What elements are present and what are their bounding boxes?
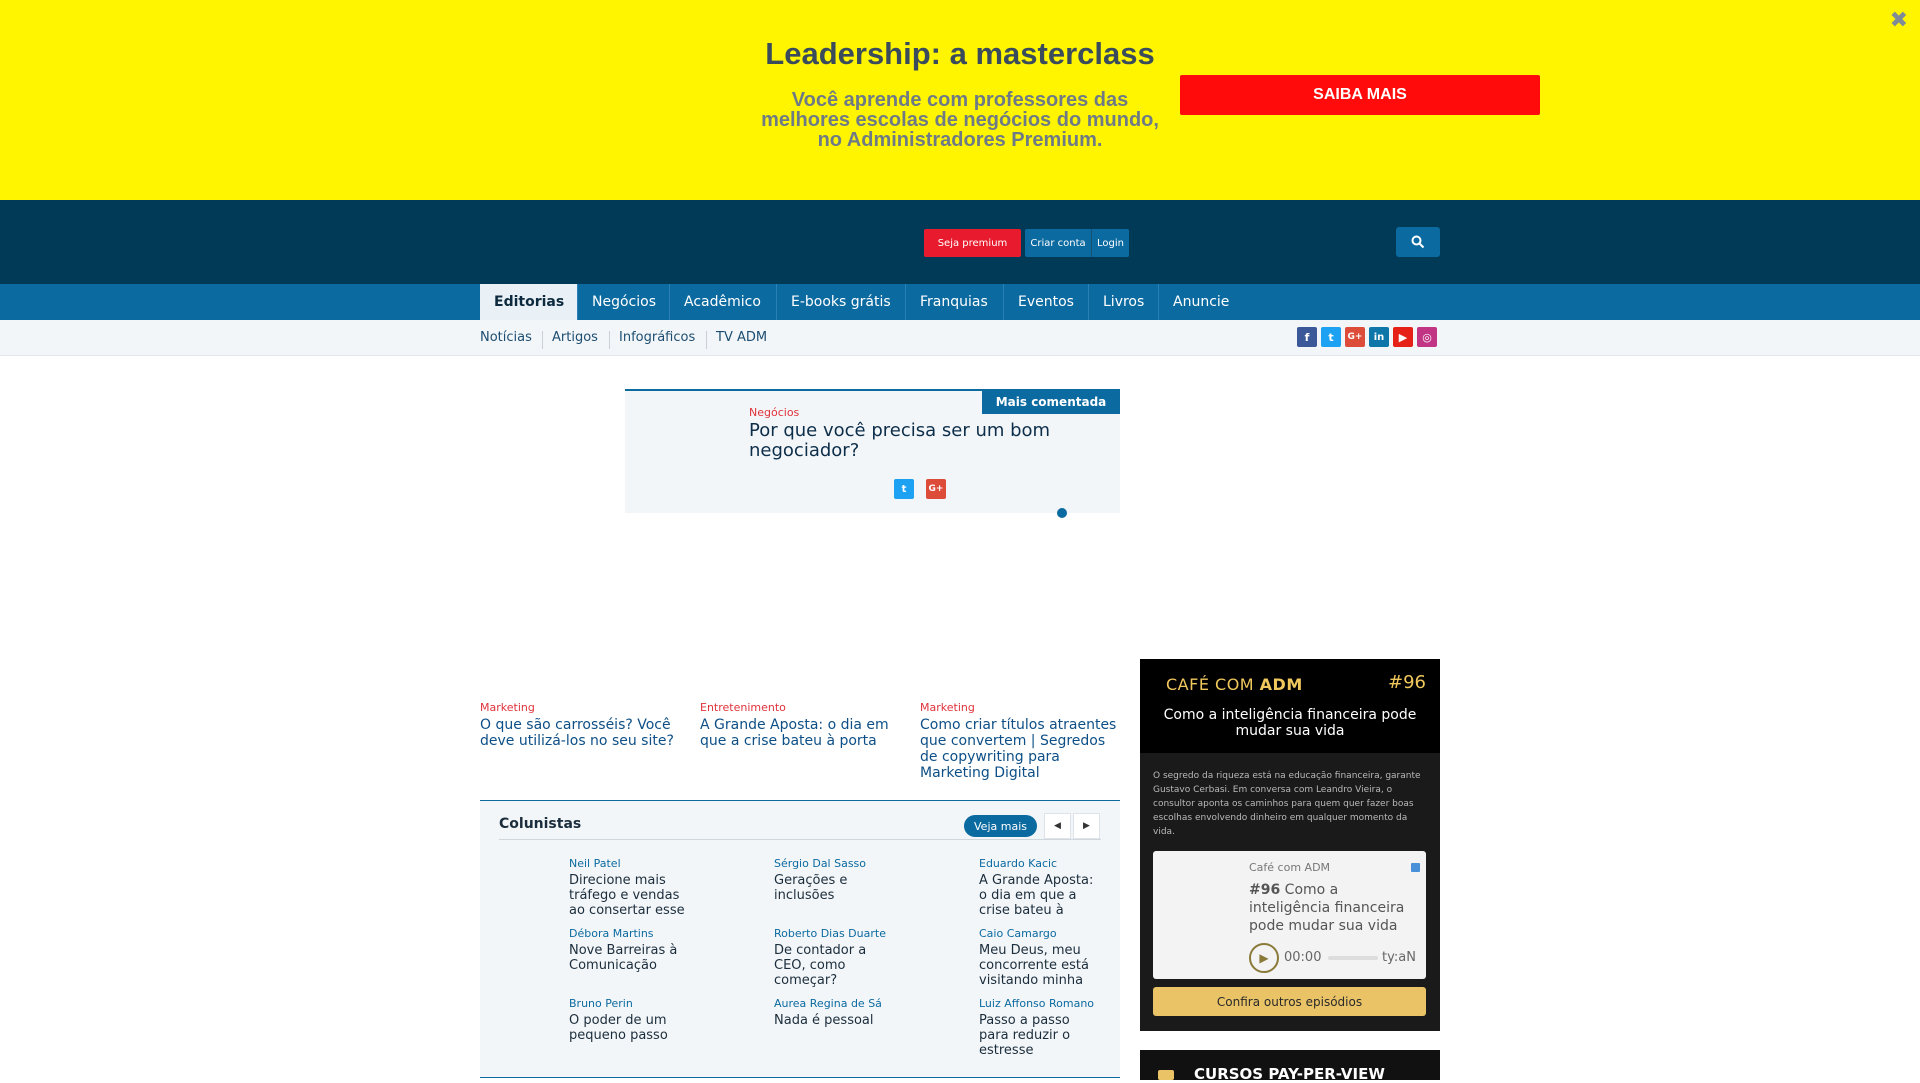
player-logo-icon xyxy=(1411,863,1420,872)
search-button[interactable] xyxy=(1396,227,1440,257)
columnist-item[interactable]: Caio Camargo Meu Deus, meu concorrente e… xyxy=(979,927,1099,988)
subnav-infograficos[interactable]: Infográficos xyxy=(619,330,695,345)
columnist-headline[interactable]: Gerações e inclusões xyxy=(774,873,894,918)
subnav-divider xyxy=(542,331,543,349)
google-plus-icon[interactable]: G+ xyxy=(1345,327,1365,347)
veja-mais-button[interactable]: Veja mais xyxy=(964,815,1037,837)
podcast-brand: CAFÉ COM ADM xyxy=(1166,675,1303,694)
player-show-name: Café com ADM xyxy=(1249,861,1331,874)
prev-arrow-icon[interactable]: ◀ xyxy=(1044,813,1071,839)
nav-anuncie[interactable]: Anuncie xyxy=(1159,284,1243,320)
subnav-tv-adm[interactable]: TV ADM xyxy=(716,330,767,345)
columnist-headline[interactable]: Direcione mais tráfego e vendas ao conse… xyxy=(569,873,689,918)
card-title[interactable]: Como criar títulos atraentes que convert… xyxy=(920,717,1120,781)
nav-franquias[interactable]: Franquias xyxy=(906,284,1004,320)
columnist-headline[interactable]: Nada é pessoal xyxy=(774,1013,894,1058)
confira-episodios-button[interactable]: Confira outros episódios xyxy=(1153,987,1426,1016)
columnist-headline[interactable]: A Grande Aposta: o dia em que a crise ba… xyxy=(979,873,1099,918)
saiba-mais-button[interactable]: SAIBA MAIS xyxy=(1180,75,1540,115)
player-progress-bar[interactable] xyxy=(1328,956,1378,960)
columnist-item[interactable]: Luiz Affonso Romano Passo a passo para r… xyxy=(979,997,1099,1058)
podcast-brand-light: CAFÉ COM xyxy=(1166,675,1260,694)
columnist-author[interactable]: Aurea Regina de Sá xyxy=(774,997,894,1010)
nav-negocios[interactable]: Negócios xyxy=(578,284,670,320)
columnist-item[interactable]: Bruno Perin O poder de um pequeno passo xyxy=(569,997,689,1058)
instagram-icon[interactable]: ◎ xyxy=(1417,327,1437,347)
article-card[interactable]: Entretenimento A Grande Aposta: o dia em… xyxy=(700,701,900,749)
columnist-item[interactable]: Aurea Regina de Sá Nada é pessoal xyxy=(774,997,894,1058)
youtube-icon[interactable]: ▶ xyxy=(1393,327,1413,347)
player-episode-number: #96 xyxy=(1249,882,1281,898)
login-button[interactable]: Login xyxy=(1091,229,1129,257)
linkedin-icon[interactable]: in xyxy=(1369,327,1389,347)
card-title[interactable]: O que são carrosséis? Você deve utilizá-… xyxy=(480,717,680,749)
card-category[interactable]: Marketing xyxy=(920,701,1120,714)
cursos-title[interactable]: CURSOS PAY-PER-VIEW xyxy=(1194,1065,1385,1083)
video-camera-icon xyxy=(1158,1070,1174,1080)
columnist-author[interactable]: Caio Camargo xyxy=(979,927,1099,940)
columnist-author[interactable]: Roberto Dias Duarte xyxy=(774,927,894,940)
card-title[interactable]: A Grande Aposta: o dia em que a crise ba… xyxy=(700,717,900,749)
criar-conta-button[interactable]: Criar conta xyxy=(1025,229,1091,257)
banner-subtitle: Você aprende com professores das melhore… xyxy=(761,89,1159,151)
columnist-headline[interactable]: De contador a CEO, como começar? xyxy=(774,943,894,988)
featured-title[interactable]: Por que você precisa ser um bom negociad… xyxy=(749,421,1089,461)
podcast-title[interactable]: Como a inteligência financeira pode muda… xyxy=(1150,707,1430,739)
columnist-headline[interactable]: Meu Deus, meu concorrente está visitando… xyxy=(979,943,1099,988)
twitter-icon[interactable]: t xyxy=(1321,327,1341,347)
columnist-headline[interactable]: Passo a passo para reduzir o estresse xyxy=(979,1013,1099,1058)
google-plus-icon[interactable]: G+ xyxy=(926,479,946,499)
play-icon[interactable]: ▶ xyxy=(1249,943,1279,973)
subnav-noticias[interactable]: Notícias xyxy=(480,330,532,345)
subnav-divider xyxy=(706,331,707,349)
article-card[interactable]: Marketing Como criar títulos atraentes q… xyxy=(920,701,1120,781)
player-current-time: 00:00 xyxy=(1284,950,1322,965)
nav-ebooks[interactable]: E-books grátis xyxy=(777,284,906,320)
search-icon xyxy=(1411,235,1425,249)
podcast-brand-bold: ADM xyxy=(1259,675,1303,694)
podcast-episode-number: #96 xyxy=(1388,672,1426,693)
subnav-divider xyxy=(609,331,610,349)
next-arrow-icon[interactable]: ▶ xyxy=(1073,813,1100,839)
colunistas-title: Colunistas xyxy=(499,816,582,832)
nav-editorias[interactable]: Editorias xyxy=(480,284,578,320)
subnav-artigos[interactable]: Artigos xyxy=(552,330,598,345)
player-episode-title: #96 Como a inteligência financeira pode … xyxy=(1249,881,1409,935)
columnist-item[interactable]: Eduardo Kacic A Grande Aposta: o dia em … xyxy=(979,857,1099,918)
player-duration: ty:aN xyxy=(1382,950,1416,965)
columnist-author[interactable]: Eduardo Kacic xyxy=(979,857,1099,870)
columnist-item[interactable]: Sérgio Dal Sasso Gerações e inclusões xyxy=(774,857,894,918)
article-card[interactable]: Marketing O que são carrosséis? Você dev… xyxy=(480,701,680,749)
columnist-author[interactable]: Luiz Affonso Romano xyxy=(979,997,1099,1010)
columnist-item[interactable]: Neil Patel Direcione mais tráfego e vend… xyxy=(569,857,689,918)
featured-category[interactable]: Negócios xyxy=(749,406,799,419)
carousel-dot[interactable] xyxy=(1057,508,1067,518)
columnist-author[interactable]: Neil Patel xyxy=(569,857,689,870)
podcast-description: O segredo da riqueza está na educação fi… xyxy=(1153,771,1421,837)
nav-livros[interactable]: Livros xyxy=(1089,284,1159,320)
nav-academico[interactable]: Acadêmico xyxy=(670,284,777,320)
columnist-author[interactable]: Bruno Perin xyxy=(569,997,689,1010)
main-nav: Editorias Negócios Acadêmico E-books grá… xyxy=(0,284,1920,320)
nav-eventos[interactable]: Eventos xyxy=(1004,284,1089,320)
columnist-headline[interactable]: Nove Barreiras à Comunicação xyxy=(569,943,689,988)
facebook-icon[interactable]: f xyxy=(1297,327,1317,347)
close-icon[interactable]: ✖ xyxy=(1890,8,1908,33)
columnist-item[interactable]: Débora Martins Nove Barreiras à Comunica… xyxy=(569,927,689,988)
columnist-headline[interactable]: O poder de um pequeno passo xyxy=(569,1013,689,1058)
divider xyxy=(499,839,1101,840)
card-category[interactable]: Marketing xyxy=(480,701,680,714)
sub-nav: Notícias Artigos Infográficos TV ADM xyxy=(0,320,1920,356)
columnist-author[interactable]: Débora Martins xyxy=(569,927,689,940)
twitter-icon[interactable]: t xyxy=(894,479,914,499)
mais-comentada-badge: Mais comentada xyxy=(982,389,1120,414)
columnist-author[interactable]: Sérgio Dal Sasso xyxy=(774,857,894,870)
card-category[interactable]: Entretenimento xyxy=(700,701,900,714)
columnist-item[interactable]: Roberto Dias Duarte De contador a CEO, c… xyxy=(774,927,894,988)
banner-title: Leadership: a masterclass xyxy=(765,36,1155,71)
seja-premium-button[interactable]: Seja premium xyxy=(924,229,1021,257)
